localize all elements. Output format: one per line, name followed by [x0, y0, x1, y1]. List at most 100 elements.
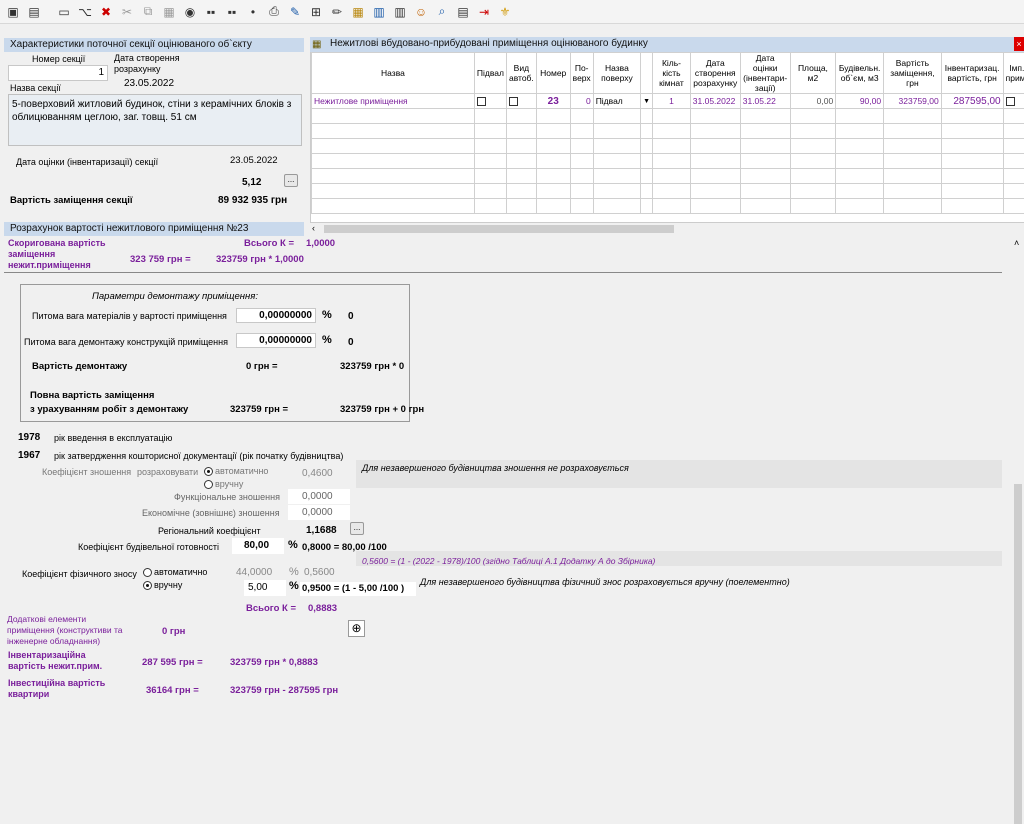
- extra-label: Додаткові елементи приміщення (конструкт…: [7, 614, 135, 647]
- full-label-2: з урахуванням робіт з демонтажу: [30, 404, 188, 415]
- wear-manual-radio[interactable]: вручну: [204, 479, 243, 489]
- dot-icon[interactable]: •: [244, 3, 262, 21]
- chart-icon[interactable]: ▥: [370, 3, 388, 21]
- cell-volume[interactable]: 90,00: [836, 94, 884, 109]
- cell-inventory[interactable]: 287595,00: [941, 94, 1003, 109]
- wear-auto-radio-dot[interactable]: [204, 467, 213, 476]
- econ-input[interactable]: 0,0000: [288, 505, 350, 520]
- add-doc-icon[interactable]: ⊞: [307, 3, 325, 21]
- paste-icon[interactable]: ▦: [160, 3, 178, 21]
- phys-auto-label: автоматично: [154, 567, 207, 577]
- delete-icon[interactable]: ✖: [97, 3, 115, 21]
- section-panel-title: Характеристики поточної секції оцінювано…: [4, 38, 304, 52]
- func-label: Функціональне зношення: [174, 492, 280, 502]
- year-doc: 1967: [18, 450, 40, 461]
- phys-manual-input[interactable]: 5,00: [244, 580, 286, 596]
- cell-date-created[interactable]: 31.05.2022: [690, 94, 740, 109]
- col-header-name[interactable]: Назва: [312, 53, 475, 94]
- autob-checkbox[interactable]: [509, 97, 518, 106]
- wear-manual-radio-dot[interactable]: [204, 480, 213, 489]
- cut-icon[interactable]: ✂: [118, 3, 136, 21]
- wear-label: Коефіцієнт зношення: [42, 467, 131, 477]
- phys-auto-radio-dot[interactable]: [143, 568, 152, 577]
- col-header-replacement[interactable]: Вартість заміщення, грн: [884, 53, 942, 94]
- cell-basement-check[interactable]: [474, 94, 506, 109]
- floor-dropdown-icon[interactable]: ▼: [641, 94, 653, 109]
- func-input[interactable]: 0,0000: [288, 489, 350, 504]
- scroll-left-icon[interactable]: ‹: [312, 223, 315, 233]
- imp-checkbox[interactable]: [1006, 97, 1015, 106]
- people-icon[interactable]: ☺: [412, 3, 430, 21]
- edit-doc-icon[interactable]: ✎: [286, 3, 304, 21]
- col-header-area[interactable]: Площа, м2: [790, 53, 836, 94]
- mat-result: 0: [348, 311, 354, 322]
- col-header-rooms[interactable]: Кіль-кість кімнат: [653, 53, 691, 94]
- invest-label: Інвестиційна вартість квартири: [8, 678, 118, 700]
- col-header-autob[interactable]: Вид автоб.: [506, 53, 536, 94]
- save-all-icon[interactable]: ▤: [25, 3, 43, 21]
- section-description[interactable]: 5-поверховий житловий будинок, стіни з к…: [8, 94, 302, 146]
- mat-input[interactable]: 0,00000000: [236, 308, 316, 323]
- col-header-floor[interactable]: По-верх: [570, 53, 593, 94]
- save-icon[interactable]: ▣: [4, 3, 22, 21]
- col-header-volume[interactable]: Будівельн. об`єм, м3: [836, 53, 884, 94]
- col-header-date-eval[interactable]: Дата оцінки (інвентари-зації): [740, 53, 790, 94]
- chart2-icon[interactable]: ▥: [391, 3, 409, 21]
- cell-autob-check[interactable]: [506, 94, 536, 109]
- dem-input[interactable]: 0,00000000: [236, 333, 316, 348]
- dots2-icon[interactable]: ▪▪: [223, 3, 241, 21]
- invest-formula: 323759 грн - 287595 грн: [230, 685, 338, 696]
- coef-details-button[interactable]: ...: [284, 174, 298, 187]
- cell-rooms[interactable]: 1: [653, 94, 691, 109]
- scroll-thumb[interactable]: [324, 225, 674, 233]
- db-icon[interactable]: ◉: [181, 3, 199, 21]
- cell-replacement[interactable]: 323759,00: [884, 94, 942, 109]
- new-icon[interactable]: ▭: [55, 3, 73, 21]
- print-icon[interactable]: ⎙: [265, 3, 283, 21]
- inv-value: 287 595 грн =: [142, 657, 203, 668]
- phys-manual-label: вручну: [154, 580, 182, 590]
- section-number-input[interactable]: 1: [8, 65, 108, 81]
- cell-floor[interactable]: 0: [570, 94, 593, 109]
- col-header-floor-name[interactable]: Назва поверху: [593, 53, 640, 94]
- table-icon: ▦: [312, 38, 321, 52]
- phys-auto-radio[interactable]: автоматично: [143, 567, 207, 577]
- pdf-icon[interactable]: ▤: [454, 3, 472, 21]
- ready-input[interactable]: 80,00: [232, 538, 284, 554]
- cell-name[interactable]: Нежитлове приміщення: [312, 94, 475, 109]
- col-header-imp[interactable]: Імп. прим.: [1003, 53, 1024, 94]
- reg-value: 1,1688: [306, 525, 337, 536]
- col-header-inventory[interactable]: Інвентаризац. вартість, грн: [941, 53, 1003, 94]
- premises-grid-container: Назва Підвал Вид автоб. Номер По-верх На…: [310, 52, 1024, 222]
- close-icon[interactable]: ×: [1014, 37, 1024, 51]
- reg-details-button[interactable]: ...: [350, 522, 364, 535]
- ready-pct: %: [288, 539, 298, 551]
- wear-auto-radio[interactable]: автоматично: [204, 466, 268, 476]
- horizontal-scrollbar[interactable]: ‹: [310, 222, 1024, 235]
- phys-hint: 0,5600 = (1 - (2022 - 1978)/100 (згідно …: [362, 556, 655, 566]
- basement-checkbox[interactable]: [477, 97, 486, 106]
- dots-icon[interactable]: ▪▪: [202, 3, 220, 21]
- cell-number[interactable]: 23: [536, 94, 570, 109]
- phys-manual-radio[interactable]: вручну: [143, 580, 182, 590]
- phys-manual-radio-dot[interactable]: [143, 581, 152, 590]
- tree-icon[interactable]: ⌥: [76, 3, 94, 21]
- cell-floor-name[interactable]: Підвал: [593, 94, 640, 109]
- add-elements-button[interactable]: ⊕: [348, 620, 365, 637]
- vertical-scrollbar[interactable]: ˄: [1012, 236, 1024, 734]
- exit-icon[interactable]: ⇥: [475, 3, 493, 21]
- table-row[interactable]: Нежитлове приміщення 23 0 Підвал ▼ 1 31.…: [312, 94, 1024, 109]
- col-header-date-created[interactable]: Дата створення розрахунку: [690, 53, 740, 94]
- pencil-icon[interactable]: ✏: [328, 3, 346, 21]
- copy-icon[interactable]: ⧉: [139, 3, 157, 21]
- search-icon[interactable]: ⌕: [433, 3, 451, 21]
- col-header-number[interactable]: Номер: [536, 53, 570, 94]
- scroll-up-icon[interactable]: ˄: [1014, 238, 1019, 248]
- col-header-basement[interactable]: Підвал: [474, 53, 506, 94]
- vscroll-thumb[interactable]: [1014, 484, 1022, 824]
- table-icon[interactable]: ▦: [349, 3, 367, 21]
- premises-title-text: Нежитлові вбудовано-прибудовані приміщен…: [330, 38, 648, 49]
- cell-date-eval[interactable]: 31.05.22: [740, 94, 790, 109]
- cell-imp[interactable]: [1003, 94, 1024, 109]
- cell-area[interactable]: 0,00: [790, 94, 836, 109]
